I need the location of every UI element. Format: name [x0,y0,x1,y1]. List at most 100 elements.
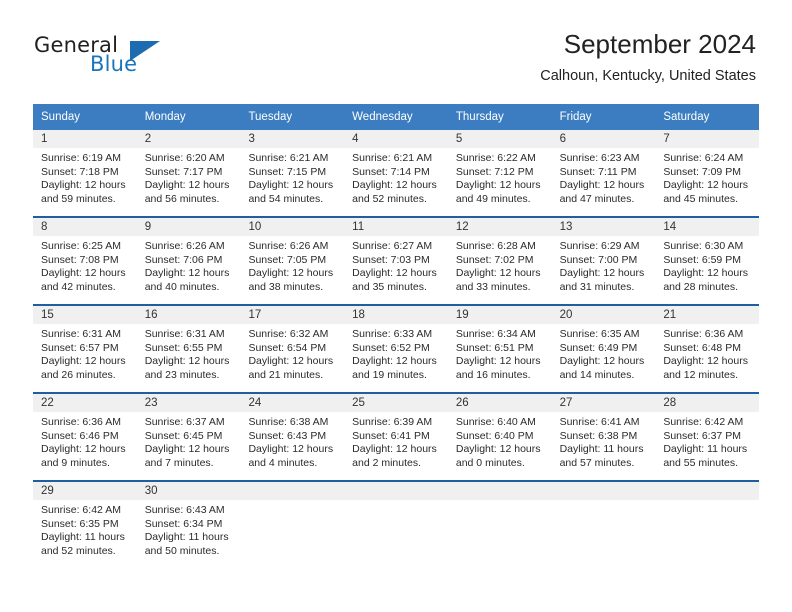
day-number: 16 [136,306,241,324]
sunrise-time: Sunrise: 6:43 AM [144,504,225,516]
sunset-time: Sunset: 7:18 PM [41,165,119,178]
weekday-header-friday: Friday [559,111,592,123]
page-subtitle: Calhoun, Kentucky, United States [540,68,756,84]
daylight-duration-line1: Daylight: 11 hours [559,443,644,456]
calendar-day-cell[interactable]: 24 Sunrise: 6:38 AM Sunset: 6:43 PM Dayligh… [240,394,345,480]
daylight-duration-line2: and 9 minutes. [41,456,110,469]
calendar-day-cell[interactable]: 13 Sunrise: 6:29 AM Sunset: 7:00 PM Dayligh… [551,218,656,304]
day-sun-info: Sunrise: 6:22 AM Sunset: 7:12 PM Daylight:… [448,148,552,212]
daylight-duration-line1: Daylight: 11 hours [41,531,125,544]
calendar-day-cell[interactable]: 25 Sunrise: 6:39 AM Sunset: 6:41 PM Dayligh… [344,394,448,480]
sunset-time: Sunset: 6:41 PM [352,429,430,442]
sunset-time: Sunset: 6:37 PM [663,429,741,442]
sunset-time: Sunset: 6:57 PM [41,341,119,354]
day-sun-info: Sunrise: 6:33 AM Sunset: 6:52 PM Daylight:… [344,324,448,388]
sunset-time: Sunset: 6:46 PM [41,429,119,442]
calendar-day-cell[interactable]: 21 Sunrise: 6:36 AM Sunset: 6:48 PM Dayligh… [655,306,760,392]
sunrise-time: Sunrise: 6:27 AM [352,240,433,252]
day-number: 3 [240,130,345,148]
calendar-day-cell[interactable]: 12 Sunrise: 6:28 AM Sunset: 7:02 PM Dayligh… [447,218,552,304]
daylight-duration-line1: Daylight: 12 hours [663,179,748,192]
daylight-duration-line2: and 50 minutes. [144,544,220,557]
calendar-day-cell[interactable]: 1 Sunrise: 6:19 AM Sunset: 7:18 PM Daylight… [33,130,137,216]
daylight-duration-line2: and 59 minutes. [41,192,116,205]
weekday-header-wednesday: Wednesday [352,111,413,123]
sunrise-time: Sunrise: 6:39 AM [352,416,433,428]
calendar-day-cell[interactable]: 26 Sunrise: 6:40 AM Sunset: 6:40 PM Dayligh… [447,394,552,480]
sunset-time: Sunset: 7:12 PM [455,165,534,178]
day-number [240,482,345,500]
calendar-day-cell-empty [447,482,552,568]
day-sun-info: Sunrise: 6:36 AM Sunset: 6:48 PM Daylight:… [655,324,759,388]
calendar-day-cell[interactable]: 11 Sunrise: 6:27 AM Sunset: 7:03 PM Dayligh… [344,218,448,304]
sunrise-time: Sunrise: 6:29 AM [559,240,640,252]
calendar-day-cell[interactable]: 7 Sunrise: 6:24 AM Sunset: 7:09 PM Daylight… [655,130,760,216]
day-sun-info: Sunrise: 6:19 AM Sunset: 7:18 PM Daylight:… [33,148,137,212]
daylight-duration-line2: and 2 minutes. [352,456,422,469]
title-block: September 2024 Calhoun, Kentucky, United… [540,28,756,86]
calendar-day-cell[interactable]: 6 Sunrise: 6:23 AM Sunset: 7:11 PM Daylight… [551,130,656,216]
calendar-day-cell[interactable]: 17 Sunrise: 6:32 AM Sunset: 6:54 PM Dayligh… [240,306,345,392]
daylight-duration-line1: Daylight: 12 hours [352,443,437,456]
day-number: 27 [551,394,656,412]
daylight-duration-line1: Daylight: 12 hours [559,267,645,280]
calendar-weeks: 1 Sunrise: 6:19 AM Sunset: 7:18 PM Daylight… [33,130,760,568]
sunset-time: Sunset: 6:35 PM [41,517,119,530]
daylight-duration-line1: Daylight: 12 hours [352,267,437,280]
page-title: September 2024 [563,29,756,59]
calendar-page: General Blue September 2024 Calhoun, Ken… [0,0,792,612]
calendar-day-cell[interactable]: 14 Sunrise: 6:30 AM Sunset: 6:59 PM Dayligh… [655,218,760,304]
day-number: 6 [551,130,656,148]
sunrise-time: Sunrise: 6:19 AM [41,152,121,164]
calendar-day-cell[interactable]: 16 Sunrise: 6:31 AM Sunset: 6:55 PM Dayligh… [136,306,241,392]
sunrise-time: Sunrise: 6:37 AM [144,416,225,428]
calendar-day-cell[interactable]: 19 Sunrise: 6:34 AM Sunset: 6:51 PM Dayligh… [447,306,552,392]
sunset-time: Sunset: 6:55 PM [144,341,223,354]
day-number: 28 [655,394,760,412]
daylight-duration-line2: and 45 minutes. [663,192,739,205]
weekday-header-saturday: Saturday [663,111,710,123]
daylight-duration-line2: and 55 minutes. [663,456,739,469]
sunset-time: Sunset: 6:43 PM [248,429,327,442]
calendar-day-cell[interactable]: 8 Sunrise: 6:25 AM Sunset: 7:08 PM Daylight… [33,218,137,304]
sunrise-time: Sunrise: 6:33 AM [352,328,433,340]
calendar-day-cell[interactable]: 30 Sunrise: 6:43 AM Sunset: 6:34 PM Dayligh… [136,482,241,568]
general-blue-logo[interactable]: General Blue [34,33,194,83]
daylight-duration-line2: and 12 minutes. [663,368,739,381]
daylight-duration-line1: Daylight: 12 hours [144,179,230,192]
calendar-day-cell[interactable]: 10 Sunrise: 6:26 AM Sunset: 7:05 PM Dayligh… [240,218,345,304]
day-sun-info: Sunrise: 6:37 AM Sunset: 6:45 PM Daylight:… [137,412,241,476]
calendar-day-cell[interactable]: 2 Sunrise: 6:20 AM Sunset: 7:17 PM Daylight… [136,130,241,216]
calendar-day-cell[interactable]: 27 Sunrise: 6:41 AM Sunset: 6:38 PM Dayligh… [551,394,656,480]
calendar-day-cell[interactable]: 20 Sunrise: 6:35 AM Sunset: 6:49 PM Dayligh… [551,306,656,392]
day-sun-info: Sunrise: 6:35 AM Sunset: 6:49 PM Daylight:… [552,324,656,388]
calendar-day-cell[interactable]: 28 Sunrise: 6:42 AM Sunset: 6:37 PM Dayligh… [655,394,760,480]
daylight-duration-line1: Daylight: 12 hours [455,267,541,280]
calendar-day-cell[interactable]: 29 Sunrise: 6:42 AM Sunset: 6:35 PM Dayligh… [33,482,137,568]
calendar-day-cell[interactable]: 23 Sunrise: 6:37 AM Sunset: 6:45 PM Dayligh… [136,394,241,480]
calendar-day-cell[interactable]: 18 Sunrise: 6:33 AM Sunset: 6:52 PM Dayligh… [344,306,448,392]
calendar-day-cell[interactable]: 22 Sunrise: 6:36 AM Sunset: 6:46 PM Dayligh… [33,394,137,480]
calendar-day-cell[interactable]: 3 Sunrise: 6:21 AM Sunset: 7:15 PM Daylight… [240,130,345,216]
calendar-day-cell[interactable]: 15 Sunrise: 6:31 AM Sunset: 6:57 PM Dayligh… [33,306,137,392]
sunset-time: Sunset: 6:54 PM [248,341,327,354]
day-sun-info [448,500,552,510]
daylight-duration-line2: and 52 minutes. [41,544,116,557]
weekday-header-sunday: Sunday [41,111,81,123]
calendar-day-cell[interactable]: 4 Sunrise: 6:21 AM Sunset: 7:14 PM Daylight… [344,130,448,216]
calendar-week-row: 29 Sunrise: 6:42 AM Sunset: 6:35 PM Dayligh… [33,480,760,568]
day-number: 7 [655,130,760,148]
day-sun-info: Sunrise: 6:29 AM Sunset: 7:00 PM Daylight:… [552,236,656,300]
daylight-duration-line2: and 0 minutes. [455,456,525,469]
sunrise-time: Sunrise: 6:25 AM [41,240,121,252]
sunset-time: Sunset: 7:03 PM [352,253,430,266]
day-sun-info: Sunrise: 6:21 AM Sunset: 7:15 PM Daylight:… [240,148,344,212]
calendar-day-cell-empty [240,482,345,568]
sunrise-time: Sunrise: 6:32 AM [248,328,329,340]
calendar-week-row: 1 Sunrise: 6:19 AM Sunset: 7:18 PM Daylight… [33,130,760,216]
calendar-day-cell[interactable]: 5 Sunrise: 6:22 AM Sunset: 7:12 PM Daylight… [447,130,552,216]
calendar-day-cell[interactable]: 9 Sunrise: 6:26 AM Sunset: 7:06 PM Daylight… [136,218,241,304]
sunset-time: Sunset: 7:15 PM [248,165,327,178]
logo-text-blue: Blue [90,52,138,76]
day-sun-info: Sunrise: 6:23 AM Sunset: 7:11 PM Daylight:… [552,148,656,212]
